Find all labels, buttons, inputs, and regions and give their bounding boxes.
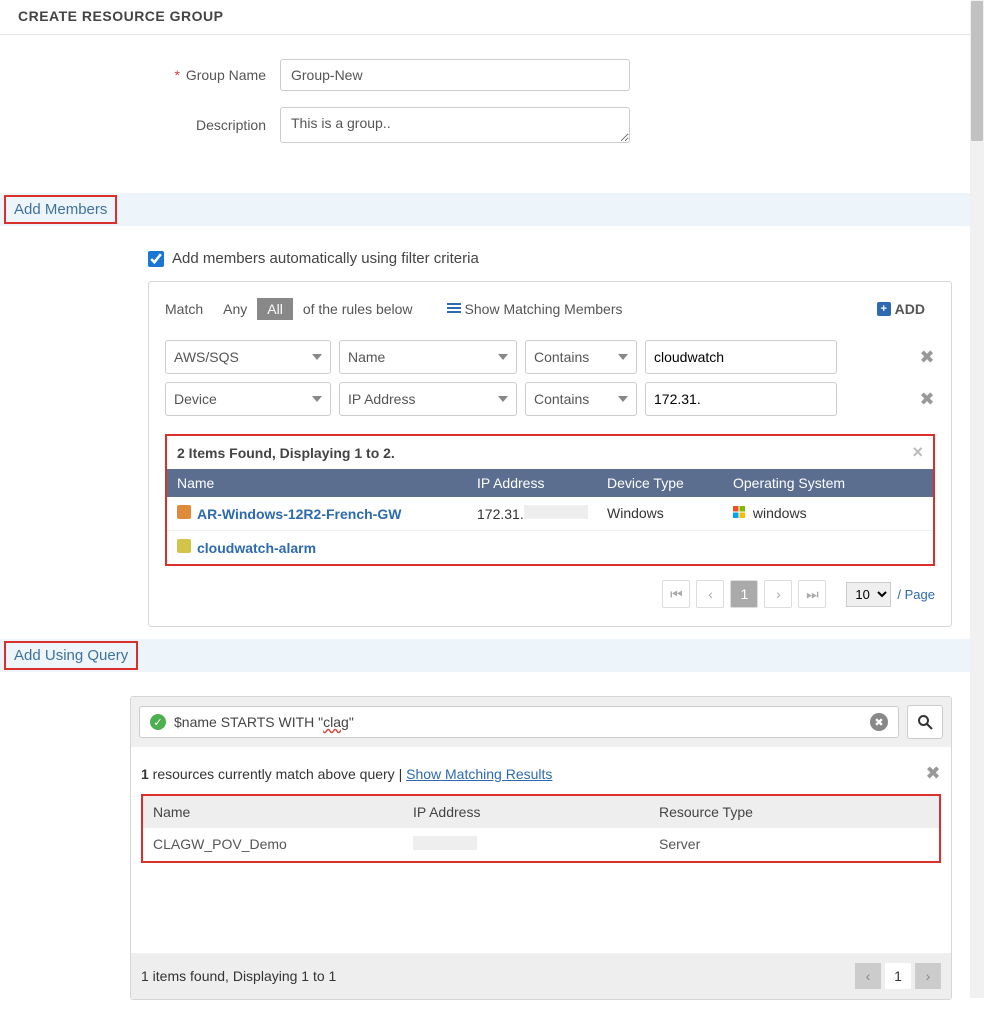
rule-field-select[interactable]: Name	[339, 340, 517, 374]
show-matching-members-link[interactable]: Show Matching Members	[447, 301, 623, 318]
section-add-using-query: Add Using Query	[0, 639, 970, 672]
query-text: $name STARTS WITH "clag"	[174, 714, 870, 730]
group-name-label: * Group Name	[0, 67, 280, 83]
masked-value	[524, 505, 588, 519]
rule-source-select[interactable]: Device	[165, 382, 331, 416]
rule-value-input[interactable]	[645, 340, 837, 374]
pager-last-button[interactable]: ⏭	[798, 580, 826, 608]
matching-members-results: 2 Items Found, Displaying 1 to 2. × Name…	[165, 434, 935, 566]
rule-row: AWS/SQS Name Contains ✖	[165, 340, 935, 374]
add-rule-button[interactable]: + ADD	[877, 301, 925, 317]
match-any[interactable]: Any	[213, 298, 257, 320]
pager-next-button[interactable]: ›	[764, 580, 792, 608]
group-name-input[interactable]	[280, 59, 630, 91]
windows-icon	[733, 505, 745, 517]
results-row: cloudwatch-alarm	[167, 531, 933, 564]
search-icon	[917, 714, 933, 730]
results-header-row: Name IP Address Device Type Operating Sy…	[167, 469, 933, 497]
page-title: CREATE RESOURCE GROUP	[0, 0, 970, 35]
results-pager: ⏮ ‹ 1 › ⏭ 10 / Page	[165, 566, 935, 610]
cloudwatch-icon	[177, 539, 191, 553]
remove-rule-button[interactable]: ✖	[919, 347, 935, 368]
pager-page-current[interactable]: 1	[730, 580, 758, 608]
device-link[interactable]: cloudwatch-alarm	[197, 540, 316, 556]
query-footer-summary: 1 items found, Displaying 1 to 1	[141, 968, 336, 984]
required-asterisk: *	[175, 67, 180, 83]
vertical-scrollbar[interactable]	[970, 0, 984, 998]
auto-filter-checkbox-label: Add members automatically using filter c…	[172, 250, 479, 267]
show-matching-results-link[interactable]: Show Matching Results	[406, 766, 552, 782]
of-rules-label: of the rules below	[303, 301, 413, 317]
match-mode-toggle[interactable]: Any All	[213, 298, 293, 320]
remove-query-button[interactable]: ✖	[925, 763, 941, 784]
query-pager-next[interactable]: ›	[915, 963, 941, 989]
pager-prev-button[interactable]: ‹	[696, 580, 724, 608]
chevron-down-icon	[618, 354, 628, 360]
rule-row: Device IP Address Contains ✖	[165, 382, 935, 416]
match-label: Match	[165, 301, 203, 317]
filter-panel: Match Any All of the rules below Show Ma…	[148, 281, 952, 627]
per-page-label: / Page	[897, 587, 935, 602]
rule-operator-select[interactable]: Contains	[525, 382, 637, 416]
chevron-down-icon	[498, 396, 508, 402]
query-pager-prev[interactable]: ‹	[855, 963, 881, 989]
chevron-down-icon	[498, 354, 508, 360]
query-input[interactable]: ✓ $name STARTS WITH "clag" ✖	[139, 706, 899, 738]
scrollbar-thumb[interactable]	[971, 1, 983, 141]
query-pager-page[interactable]: 1	[885, 963, 911, 989]
aws-ec2-icon	[177, 505, 191, 519]
search-button[interactable]	[907, 705, 943, 739]
device-link[interactable]: AR-Windows-12R2-French-GW	[197, 506, 401, 522]
match-all[interactable]: All	[257, 298, 293, 320]
chevron-down-icon	[312, 396, 322, 402]
rule-field-select[interactable]: IP Address	[339, 382, 517, 416]
rule-source-select[interactable]: AWS/SQS	[165, 340, 331, 374]
query-panel: ✓ $name STARTS WITH "clag" ✖ 1 resources…	[130, 696, 952, 1000]
results-row: AR-Windows-12R2-French-GW 172.31. Window…	[167, 497, 933, 531]
rule-value-input[interactable]	[645, 382, 837, 416]
query-results-row: CLAGW_POV_Demo Server	[143, 828, 939, 861]
pager-first-button[interactable]: ⏮	[662, 580, 690, 608]
clear-query-button[interactable]: ✖	[870, 713, 888, 731]
masked-value	[413, 836, 477, 850]
results-summary: 2 Items Found, Displaying 1 to 2.	[177, 445, 395, 461]
section-add-members: Add Members	[0, 193, 970, 226]
auto-filter-checkbox[interactable]	[148, 251, 164, 267]
pager-size-select[interactable]: 10	[846, 582, 891, 607]
plus-icon: +	[877, 302, 891, 316]
chevron-down-icon	[618, 396, 628, 402]
description-label: Description	[0, 117, 280, 133]
query-results-header: Name IP Address Resource Type	[143, 796, 939, 828]
rule-operator-select[interactable]: Contains	[525, 340, 637, 374]
list-icon	[447, 301, 461, 318]
remove-rule-button[interactable]: ✖	[919, 389, 935, 410]
close-results-button[interactable]: ×	[912, 442, 923, 463]
description-textarea[interactable]: This is a group..	[280, 107, 630, 143]
query-results: Name IP Address Resource Type CLAGW_POV_…	[141, 794, 941, 863]
chevron-down-icon	[312, 354, 322, 360]
query-pager: ‹ 1 ›	[855, 963, 941, 989]
check-icon: ✓	[150, 714, 166, 730]
